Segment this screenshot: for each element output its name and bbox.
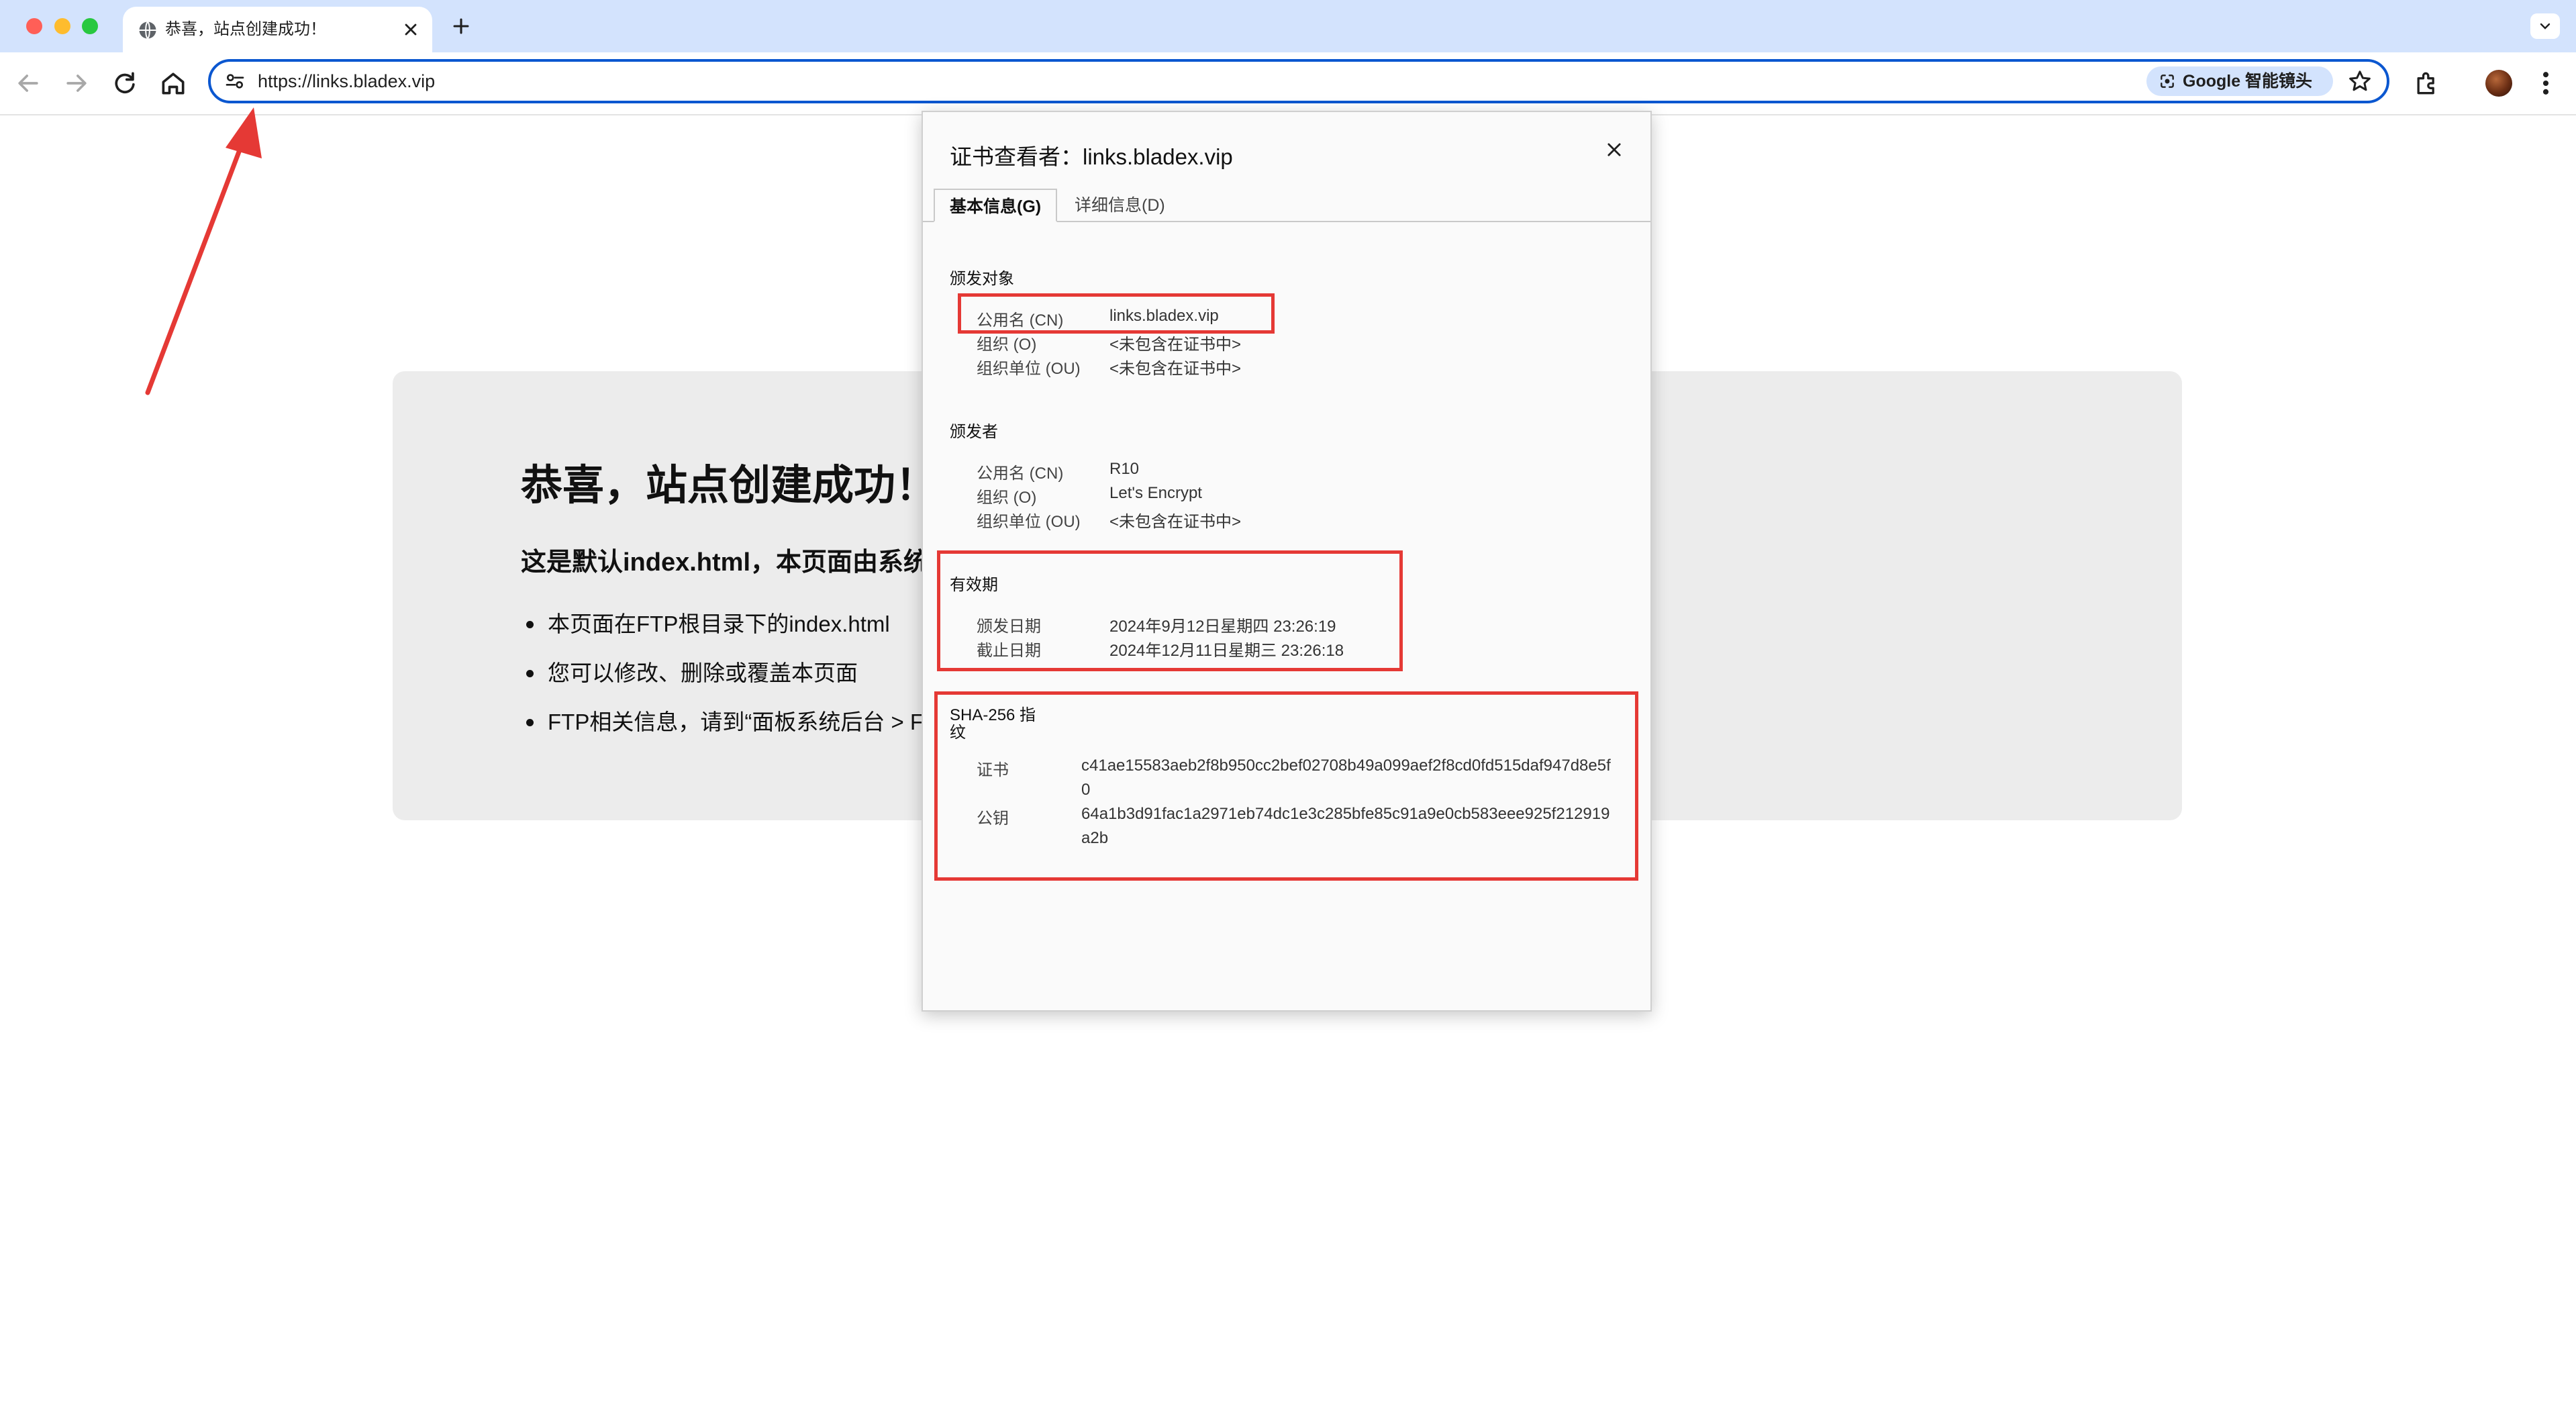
list-item: FTP相关信息，请到“面板系统后台 > F	[521, 705, 924, 754]
fullscreen-window-button[interactable]	[82, 18, 98, 34]
issued-to-heading: 颁发对象	[950, 270, 1014, 288]
field-label: 组织 (O)	[977, 489, 1037, 507]
list-item: 您可以修改、删除或覆盖本页面	[521, 656, 924, 705]
tab-general[interactable]: 基本信息(G)	[934, 189, 1058, 222]
globe-icon	[139, 21, 156, 40]
page-subheading: 这是默认index.html，本页面由系统	[521, 548, 930, 577]
info-list: 本页面在FTP根目录下的index.html 您可以修改、删除或覆盖本页面 FT…	[521, 607, 924, 754]
tab-title: 恭喜，站点创建成功！	[165, 20, 326, 38]
tab-strip: 恭喜，站点创建成功！	[0, 0, 2576, 52]
list-item-text: 本页面在FTP根目录下的index.html	[548, 612, 890, 636]
page-heading: 恭喜，站点创建成功！	[521, 462, 938, 509]
field-value: R10	[1109, 460, 1140, 478]
site-info-icon[interactable]	[224, 70, 246, 92]
highlight-common-name	[958, 293, 1275, 334]
forward-arrow-icon[interactable]	[62, 68, 91, 98]
home-icon[interactable]	[158, 68, 188, 98]
lens-label: Google 智能镜头	[2183, 72, 2313, 91]
close-window-button[interactable]	[26, 18, 42, 34]
field-value: <未包含在证书中>	[1109, 360, 1242, 378]
google-lens-button[interactable]: Google 智能镜头	[2146, 66, 2333, 96]
bullet-dot	[526, 719, 534, 726]
field-label: 组织单位 (OU)	[977, 513, 1081, 531]
browser-toolbar: https://links.bladex.vip Google 智能镜头	[0, 52, 2576, 115]
field-value: <未包含在证书中>	[1109, 513, 1242, 531]
address-bar[interactable]: https://links.bladex.vip Google 智能镜头	[208, 59, 2389, 103]
reload-icon[interactable]	[110, 68, 140, 98]
list-item-text: 您可以修改、删除或覆盖本页面	[548, 661, 858, 685]
list-item-text: FTP相关信息，请到“面板系统后台 > F	[548, 710, 924, 734]
back-arrow-icon[interactable]	[13, 68, 43, 98]
dialog-title: 证书查看者：links.bladex.vip	[950, 144, 1233, 169]
highlight-validity	[937, 550, 1403, 671]
minimize-window-button[interactable]	[54, 18, 70, 34]
field-value: <未包含在证书中>	[1109, 336, 1242, 354]
bullet-dot	[526, 670, 534, 677]
tab-search-button[interactable]	[2530, 13, 2560, 39]
issued-by-heading: 颁发者	[950, 423, 998, 441]
field-label: 组织 (O)	[977, 336, 1037, 354]
highlight-fingerprints	[934, 691, 1638, 881]
close-tab-icon[interactable]	[401, 20, 420, 39]
field-value: Let's Encrypt	[1109, 484, 1202, 502]
lens-icon	[2161, 75, 2174, 88]
close-icon[interactable]	[1605, 140, 1624, 159]
field-label: 公用名 (CN)	[977, 465, 1064, 483]
new-tab-icon[interactable]	[450, 15, 473, 38]
chevron-down-icon	[2540, 23, 2550, 30]
bullet-dot	[526, 621, 534, 628]
profile-avatar[interactable]	[2485, 70, 2512, 97]
browser-tab[interactable]: 恭喜，站点创建成功！	[123, 7, 432, 52]
field-label: 组织单位 (OU)	[977, 360, 1081, 378]
bookmark-star-icon[interactable]	[2346, 68, 2373, 95]
tab-details[interactable]: 详细信息(D)	[1060, 189, 1180, 222]
list-item: 本页面在FTP根目录下的index.html	[521, 607, 924, 656]
more-menu-icon[interactable]	[2536, 68, 2556, 98]
url-text[interactable]: https://links.bladex.vip	[258, 62, 435, 101]
extensions-puzzle-icon[interactable]	[2412, 68, 2442, 98]
